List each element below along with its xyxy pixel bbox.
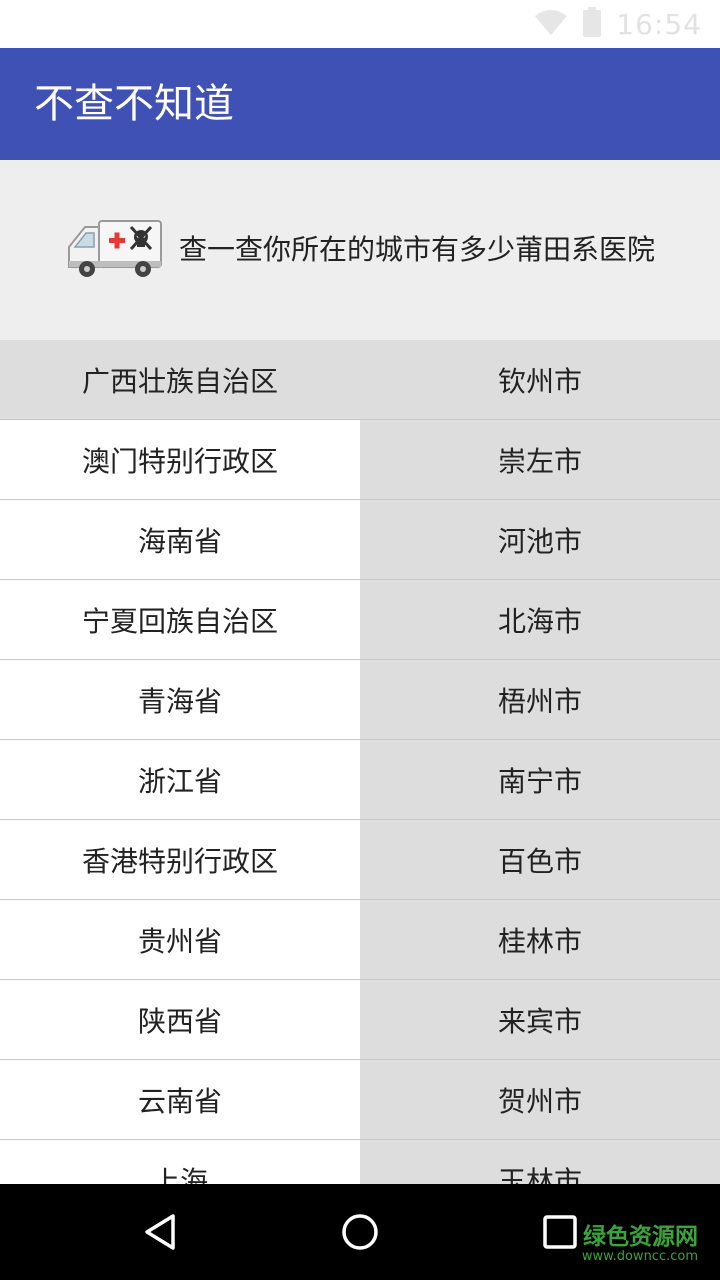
province-cell[interactable]: 海南省 [0,500,360,579]
navigation-bar: 绿色资源网 www.downcc.com [0,1184,720,1280]
watermark: 绿色资源网 www.downcc.com [582,1224,698,1264]
city-cell[interactable]: 来宾市 [360,980,720,1059]
battery-icon [582,7,602,41]
province-cell[interactable]: 陕西省 [0,980,360,1059]
back-icon[interactable] [132,1204,188,1260]
list-row: 青海省 梧州市 [0,660,720,740]
list-row: 陕西省 来宾市 [0,980,720,1060]
list-row: 澳门特别行政区 崇左市 [0,420,720,500]
list-row: 宁夏回族自治区 北海市 [0,580,720,660]
list-row: 海南省 河池市 [0,500,720,580]
banner: 查一查你所在的城市有多少莆田系医院 [0,160,720,340]
province-cell[interactable]: 宁夏回族自治区 [0,580,360,659]
province-cell[interactable]: 香港特别行政区 [0,820,360,899]
app-bar: 不查不知道 [0,48,720,160]
home-icon[interactable] [332,1204,388,1260]
city-cell[interactable]: 南宁市 [360,740,720,819]
city-cell[interactable]: 玉林市 [360,1140,720,1184]
list-row: 上海 玉林市 [0,1140,720,1184]
city-cell[interactable]: 钦州市 [360,340,720,419]
status-bar: 16:54 [0,0,720,48]
province-cell[interactable]: 贵州省 [0,900,360,979]
list-row: 浙江省 南宁市 [0,740,720,820]
city-cell[interactable]: 北海市 [360,580,720,659]
banner-content: 查一查你所在的城市有多少莆田系医院 [65,217,655,283]
banner-text: 查一查你所在的城市有多少莆田系医院 [178,233,655,266]
list-row: 香港特别行政区 百色市 [0,820,720,900]
province-cell[interactable]: 青海省 [0,660,360,739]
city-cell[interactable]: 贺州市 [360,1060,720,1139]
watermark-url: www.downcc.com [581,1249,698,1264]
province-cell[interactable]: 上海 [0,1140,360,1184]
province-city-list[interactable]: 广西壮族自治区 钦州市 澳门特别行政区 崇左市 海南省 河池市 宁夏回族自治区 … [0,340,720,1184]
status-time: 16:54 [616,7,702,41]
province-cell[interactable]: 云南省 [0,1060,360,1139]
ambulance-skull-icon [65,217,165,283]
province-cell[interactable]: 广西壮族自治区 [0,340,360,419]
recents-icon[interactable] [532,1204,588,1260]
watermark-name: 绿色资源网 [583,1224,698,1250]
status-icons: 16:54 [534,6,702,42]
city-cell[interactable]: 河池市 [360,500,720,579]
list-row: 贵州省 桂林市 [0,900,720,980]
list-row: 广西壮族自治区 钦州市 [0,340,720,420]
city-cell[interactable]: 崇左市 [360,420,720,499]
city-cell[interactable]: 百色市 [360,820,720,899]
province-cell[interactable]: 澳门特别行政区 [0,420,360,499]
province-cell[interactable]: 浙江省 [0,740,360,819]
list-row: 云南省 贺州市 [0,1060,720,1140]
wifi-icon [534,8,568,40]
app-title: 不查不知道 [34,81,234,127]
city-cell[interactable]: 梧州市 [360,660,720,739]
city-cell[interactable]: 桂林市 [360,900,720,979]
